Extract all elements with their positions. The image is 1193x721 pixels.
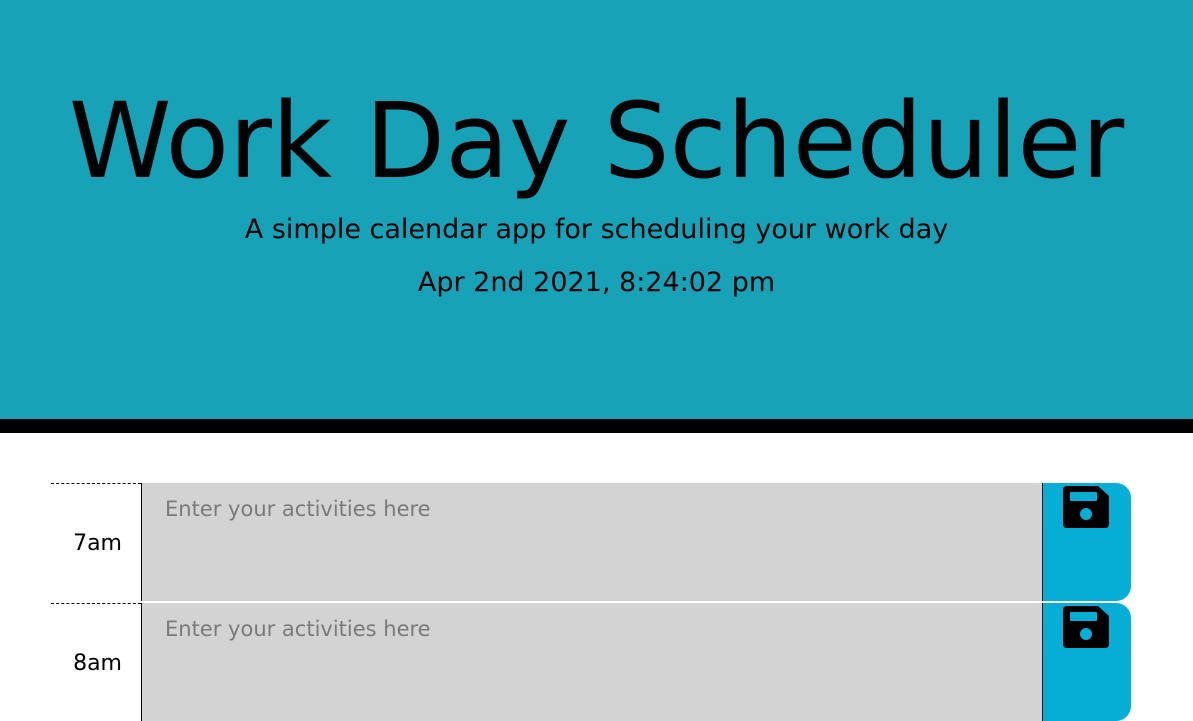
hour-label: 8am [51,603,141,721]
current-day: Apr 2nd 2021, 8:24:02 pm [417,267,776,298]
floppy-disk-icon [1063,606,1109,648]
page-title: Work Day Scheduler [68,80,1125,202]
page-subtitle: A simple calendar app for scheduling you… [244,214,949,245]
save-button[interactable] [1042,483,1131,601]
time-block-8am: 8am [51,603,1131,721]
header-jumbotron: Work Day Scheduler A simple calendar app… [0,0,1193,433]
hour-label: 7am [51,483,141,601]
floppy-disk-icon [1063,486,1109,528]
activity-input[interactable] [141,483,1042,601]
save-button[interactable] [1042,603,1131,721]
activity-input[interactable] [141,603,1042,721]
time-block-7am: 7am [51,483,1131,601]
